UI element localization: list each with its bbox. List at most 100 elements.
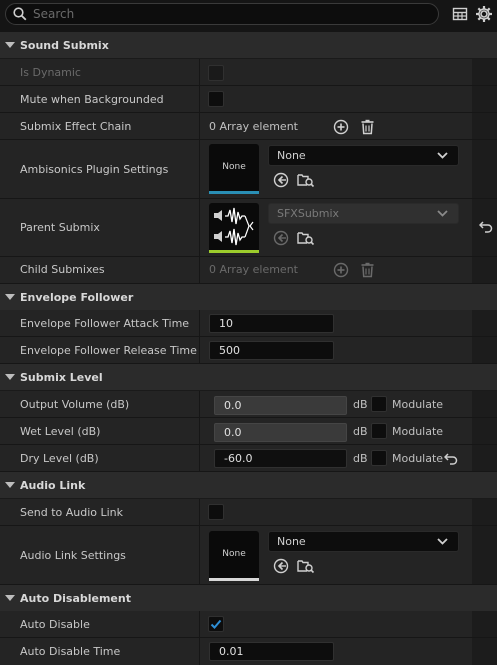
ambisonics-asset-combo[interactable]: None [268, 145, 459, 166]
section-auto-disablement[interactable]: Auto Disablement [0, 585, 497, 611]
prop-output-volume: Output Volume (dB) 0.0 dB Modulate [0, 391, 497, 418]
prop-label: Child Submixes [20, 263, 105, 276]
section-sound-submix[interactable]: Sound Submix [0, 32, 497, 58]
prop-auto-disable: Auto Disable [0, 611, 497, 638]
is-dynamic-checkbox[interactable] [208, 65, 224, 81]
browse-icon[interactable] [297, 558, 315, 574]
chevron-down-icon [437, 538, 448, 545]
prop-label: Auto Disable [20, 618, 90, 631]
asset-type-bar [209, 191, 259, 194]
unit-label: dB [353, 425, 368, 438]
prop-child-submixes: Child Submixes 0 Array element [0, 257, 497, 284]
array-count: 0 Array element [209, 120, 298, 133]
prop-label: Is Dynamic [20, 66, 81, 79]
use-selected-icon[interactable] [273, 558, 289, 574]
prop-wet-level: Wet Level (dB) 0.0 dB Modulate [0, 418, 497, 445]
use-selected-icon[interactable] [273, 230, 289, 246]
search-placeholder: Search [33, 7, 75, 21]
output-volume-input[interactable]: 0.0 [214, 396, 347, 415]
audio-link-asset-combo[interactable]: None [268, 531, 459, 552]
prop-is-dynamic: Is Dynamic [0, 59, 497, 86]
reset-arrow-icon[interactable] [479, 221, 493, 233]
prop-ambisonics-plugin-settings: Ambisonics Plugin Settings None None [0, 140, 497, 199]
prop-envelope-release-time: Envelope Follower Release Time 500 [0, 337, 497, 364]
auto-disable-checkbox[interactable] [208, 616, 224, 632]
parent-submix-combo[interactable]: SFXSubmix [268, 203, 459, 224]
thumbnail-label: None [222, 549, 246, 559]
dry-level-modulate-checkbox[interactable] [371, 450, 387, 466]
table-view-icon[interactable] [452, 6, 468, 22]
prop-label: Dry Level (dB) [20, 452, 99, 465]
prop-label: Parent Submix [20, 221, 100, 234]
prop-label: Ambisonics Plugin Settings [20, 163, 169, 176]
trash-icon[interactable] [360, 262, 375, 278]
prop-label: Audio Link Settings [20, 549, 126, 562]
prop-send-to-audio-link: Send to Audio Link [0, 499, 497, 526]
unit-label: dB [353, 452, 368, 465]
asset-type-bar [209, 578, 259, 581]
mute-when-backgrounded-checkbox[interactable] [208, 91, 224, 107]
collapse-arrow-icon [5, 294, 15, 300]
attack-time-input[interactable]: 10 [209, 314, 334, 333]
section-envelope-follower[interactable]: Envelope Follower [0, 284, 497, 310]
search-icon [13, 7, 27, 21]
search-input[interactable]: Search [5, 3, 439, 25]
add-icon[interactable] [333, 119, 349, 135]
top-bar: Search [0, 0, 497, 32]
asset-thumbnail[interactable]: None [209, 531, 259, 581]
browse-icon[interactable] [297, 172, 315, 188]
prop-label: Wet Level (dB) [20, 425, 101, 438]
asset-type-bar [209, 250, 259, 253]
sound-submix-icon [214, 207, 254, 246]
auto-disable-time-input[interactable]: 0.01 [209, 642, 334, 661]
array-count: 0 Array element [209, 263, 298, 276]
collapse-arrow-icon [5, 374, 15, 380]
section-title: Envelope Follower [20, 291, 134, 304]
output-volume-modulate-checkbox[interactable] [371, 396, 387, 412]
combo-value: None [277, 535, 306, 548]
wet-level-input[interactable]: 0.0 [214, 423, 347, 442]
combo-value: SFXSubmix [277, 207, 340, 220]
modulate-label: Modulate [392, 398, 444, 411]
collapse-arrow-icon [5, 595, 15, 601]
asset-thumbnail[interactable]: None [209, 144, 259, 194]
section-submix-level[interactable]: Submix Level [0, 364, 497, 390]
wet-level-modulate-checkbox[interactable] [371, 423, 387, 439]
prop-submix-effect-chain: Submix Effect Chain 0 Array element [0, 113, 497, 140]
sound-submix-thumbnail[interactable] [209, 203, 259, 253]
collapse-arrow-icon [5, 482, 15, 488]
prop-audio-link-settings: Audio Link Settings None None [0, 526, 497, 585]
trash-icon[interactable] [360, 119, 375, 135]
use-selected-icon[interactable] [273, 172, 289, 188]
chevron-down-icon [437, 152, 448, 159]
section-title: Sound Submix [20, 39, 109, 52]
prop-label: Mute when Backgrounded [20, 93, 164, 106]
section-title: Auto Disablement [20, 592, 131, 605]
section-title: Submix Level [20, 371, 103, 384]
section-audio-link[interactable]: Audio Link [0, 472, 497, 498]
prop-label: Send to Audio Link [20, 506, 124, 519]
prop-label: Auto Disable Time [20, 645, 121, 658]
dry-level-input[interactable]: -60.0 [214, 449, 347, 468]
chevron-down-icon [437, 210, 448, 217]
collapse-arrow-icon [5, 42, 15, 48]
prop-label: Output Volume (dB) [20, 398, 130, 411]
prop-auto-disable-time: Auto Disable Time 0.01 [0, 638, 497, 665]
prop-envelope-attack-time: Envelope Follower Attack Time 10 [0, 310, 497, 337]
add-icon[interactable] [333, 262, 349, 278]
gear-icon[interactable] [475, 5, 493, 23]
combo-value: None [277, 149, 306, 162]
section-title: Audio Link [20, 479, 86, 492]
checkmark-icon [210, 619, 222, 629]
prop-dry-level: Dry Level (dB) -60.0 dB Modulate [0, 445, 497, 472]
release-time-input[interactable]: 500 [209, 341, 334, 360]
prop-label: Submix Effect Chain [20, 120, 132, 133]
send-to-audio-link-checkbox[interactable] [208, 504, 224, 520]
browse-icon[interactable] [297, 230, 315, 246]
prop-parent-submix: Parent Submix SFXSubmix [0, 199, 497, 257]
unit-label: dB [353, 398, 368, 411]
prop-mute-when-backgrounded: Mute when Backgrounded [0, 86, 497, 113]
modulate-label: Modulate [392, 425, 444, 438]
modulate-label: Modulate [392, 452, 444, 465]
reset-arrow-icon[interactable] [444, 453, 458, 465]
